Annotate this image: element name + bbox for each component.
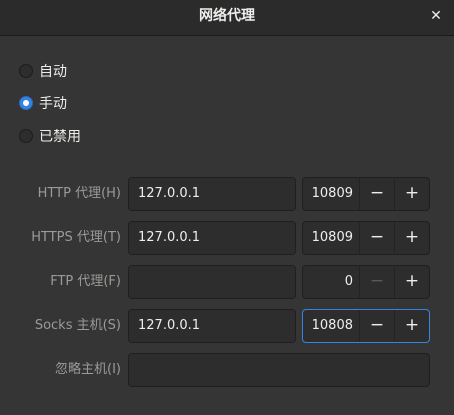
http-proxy-label: HTTP 代理(H) [37,186,121,201]
radio-disabled[interactable]: 已禁用 [19,125,81,147]
https-port-value[interactable]: 10809 [303,222,359,254]
ftp-port-value[interactable]: 0 [303,266,359,298]
https-proxy-label: HTTPS 代理(T) [31,230,121,245]
radio-label-manual: 手动 [39,96,67,112]
minus-icon[interactable]: − [359,222,394,254]
radio-label-automatic: 自动 [39,64,67,80]
ignore-hosts-label: 忽略主机(I) [55,362,121,377]
http-host-input[interactable]: 127.0.0.1 [128,177,296,211]
ftp-port-spinner[interactable]: 0 − + [302,265,430,299]
close-icon[interactable]: ✕ [426,7,446,27]
https-host-input[interactable]: 127.0.0.1 [128,221,296,255]
dialog-title: 网络代理 [199,8,255,24]
minus-icon[interactable]: − [359,310,394,342]
radio-automatic[interactable]: 自动 [19,60,67,82]
plus-icon[interactable]: + [394,222,429,254]
minus-icon[interactable]: − [359,178,394,210]
http-port-value[interactable]: 10809 [303,178,359,210]
socks-host-label: Socks 主机(S) [34,318,121,333]
plus-icon[interactable]: + [394,178,429,210]
radio-button[interactable] [19,64,33,78]
radio-label-disabled: 已禁用 [39,129,81,145]
socks-host-input[interactable]: 127.0.0.1 [128,309,296,343]
titlebar: 网络代理 ✕ [0,0,454,36]
radio-button-selected[interactable] [19,96,33,110]
http-port-spinner[interactable]: 10809 − + [302,177,430,211]
socks-port-spinner[interactable]: 10808 − + [302,309,430,343]
plus-icon[interactable]: + [394,266,429,298]
plus-icon[interactable]: + [394,310,429,342]
ftp-proxy-label: FTP 代理(F) [50,274,121,289]
ftp-host-input[interactable] [128,265,296,299]
ignore-hosts-input[interactable] [128,353,430,387]
radio-button[interactable] [19,129,33,143]
https-port-spinner[interactable]: 10809 − + [302,221,430,255]
network-proxy-dialog: 网络代理 ✕ 自动 手动 已禁用 HTTP 代理(H) 127.0.0.1 10… [0,0,454,415]
minus-icon: − [359,266,394,298]
socks-port-value[interactable]: 10808 [303,310,359,342]
radio-manual[interactable]: 手动 [19,92,67,114]
